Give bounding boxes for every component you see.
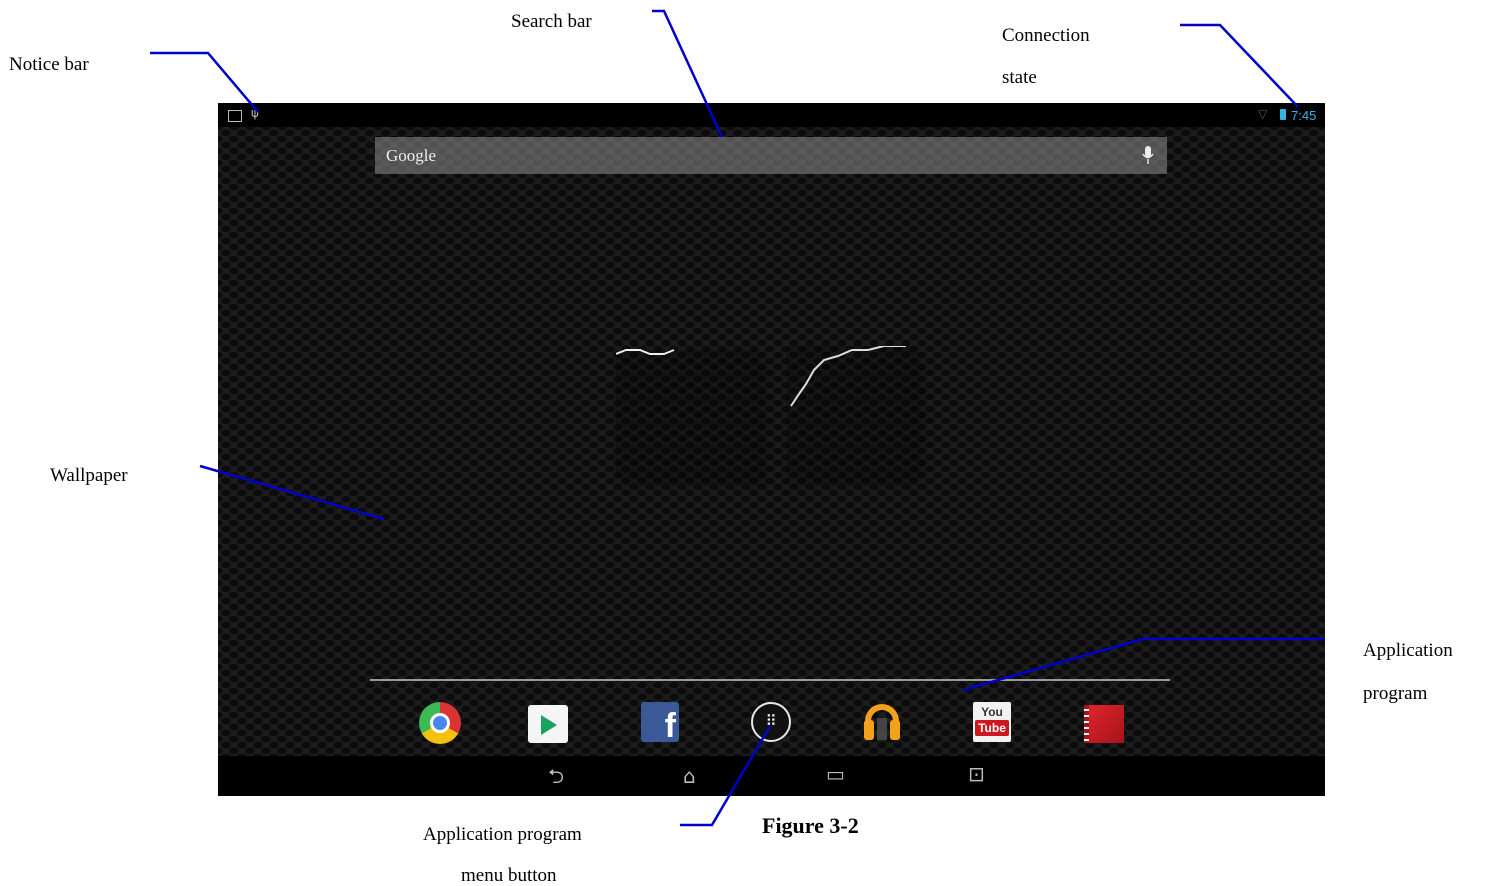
figure-caption: Figure 3-2 <box>762 813 859 838</box>
back-icon[interactable]: ⮌ <box>548 762 564 796</box>
chrome-icon[interactable] <box>419 702 461 744</box>
facebook-icon[interactable]: f <box>641 702 679 745</box>
play-music-icon[interactable] <box>862 702 902 742</box>
notice-bar-label: Notice bar <box>9 54 89 75</box>
menu-button-label-2: menu button <box>461 865 557 886</box>
status-time: 7:45 <box>1291 108 1317 123</box>
menu-button-label: Application program <box>423 824 582 845</box>
android-home-screen: ψ ▽ 7:45 Google f ⠿ You Tube ⮌ ⌂ ▭ ⊡ <box>218 103 1325 796</box>
home-icon[interactable]: ⌂ <box>683 764 696 788</box>
youtube-icon[interactable]: You Tube <box>973 702 1011 742</box>
youtube-tube-text: Tube <box>975 720 1009 736</box>
home-widget[interactable] <box>616 346 916 476</box>
youtube-you-text: You <box>981 705 1003 719</box>
usb-icon: ψ <box>251 106 259 120</box>
wifi-icon: ▽ <box>1258 107 1268 121</box>
connection-state-label: Connection <box>1002 25 1090 46</box>
connection-state-callout <box>1180 23 1299 108</box>
play-store-icon[interactable] <box>528 705 568 743</box>
navigation-bar: ⮌ ⌂ ▭ ⊡ <box>218 756 1325 796</box>
notice-bar[interactable]: ψ ▽ 7:45 <box>218 103 1325 127</box>
application-program-label: Application <box>1363 640 1453 661</box>
recents-icon[interactable]: ▭ <box>826 762 845 786</box>
connection-state-label-2: state <box>1002 67 1037 88</box>
battery-icon <box>1280 109 1286 120</box>
application-program-label-2: program <box>1363 683 1428 704</box>
dock-divider <box>370 679 1170 681</box>
search-google-label: Google <box>386 146 437 165</box>
microphone-icon[interactable] <box>1142 146 1154 165</box>
wallpaper-label: Wallpaper <box>50 465 128 486</box>
image-icon <box>228 110 242 122</box>
search-bar-label: Search bar <box>511 11 592 32</box>
play-movies-icon[interactable] <box>1084 705 1124 743</box>
search-bar[interactable]: Google <box>375 137 1167 174</box>
widget-highlight <box>616 346 906 407</box>
screenshot-icon[interactable]: ⊡ <box>968 762 985 786</box>
app-menu-icon[interactable]: ⠿ <box>751 702 791 742</box>
